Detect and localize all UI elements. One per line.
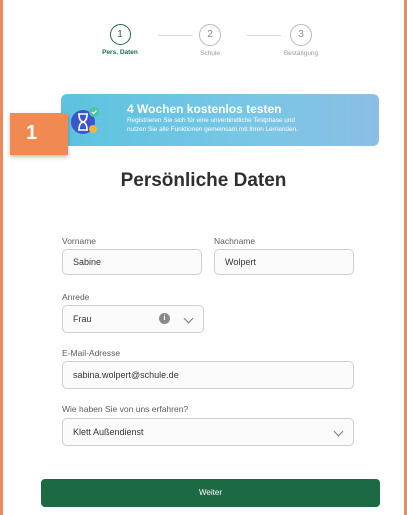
callout-number: 1	[26, 122, 38, 144]
source-label: Wie haben Sie von uns erfahren?	[62, 404, 189, 414]
chevron-down-icon	[333, 426, 344, 437]
step-school[interactable]: 2 Schule	[165, 24, 255, 57]
banner-line-1: Registrieren Sie sich für eine unverbind…	[127, 117, 295, 124]
email-input[interactable]: sabina.wolpert@schule.de	[62, 361, 354, 389]
step-label: Pers. Daten	[102, 49, 138, 56]
progress-stepper: 1 Pers. Daten 2 Schule 3 Bestätigung	[0, 24, 407, 64]
anrede-value: Frau	[73, 314, 92, 324]
nachname-input[interactable]: Wolpert	[214, 249, 354, 275]
frame-border-left	[0, 0, 3, 515]
email-label: E-Mail-Adresse	[62, 348, 121, 358]
step-label: Bestätigung	[283, 50, 319, 57]
step-number: 2	[199, 24, 221, 46]
anrede-select[interactable]: Frau i	[62, 305, 204, 333]
vorname-input[interactable]: Sabine	[62, 249, 202, 275]
trial-banner: 4 Wochen kostenlos testen Registrieren S…	[61, 94, 379, 146]
source-select[interactable]: Klett Außendienst	[62, 418, 354, 446]
step-number: 3	[290, 24, 312, 46]
hourglass-icon	[71, 107, 99, 134]
anrede-label: Anrede	[62, 292, 90, 302]
banner-line-2: nutzen Sie alle Funktionen gemeinsam mit…	[127, 125, 298, 133]
callout-number-badge: 1	[10, 113, 68, 155]
vorname-label: Vorname	[62, 236, 97, 246]
step-confirmation[interactable]: 3 Bestätigung	[256, 24, 346, 57]
next-button[interactable]: Weiter	[41, 479, 380, 507]
step-personal-data[interactable]: 1 Pers. Daten	[75, 24, 165, 56]
nachname-label: Nachname	[214, 236, 256, 246]
step-label: Schule	[200, 50, 220, 57]
info-icon[interactable]: i	[159, 313, 170, 324]
page-title: Persönliche Daten	[120, 170, 287, 191]
chevron-down-icon	[183, 313, 194, 324]
step-number: 1	[109, 24, 131, 45]
source-value: Klett Außendienst	[73, 427, 144, 437]
banner-title: 4 Wochen kostenlos testen	[127, 102, 282, 116]
banner-description: Registrieren Sie sich für eine unverbind…	[127, 117, 375, 134]
